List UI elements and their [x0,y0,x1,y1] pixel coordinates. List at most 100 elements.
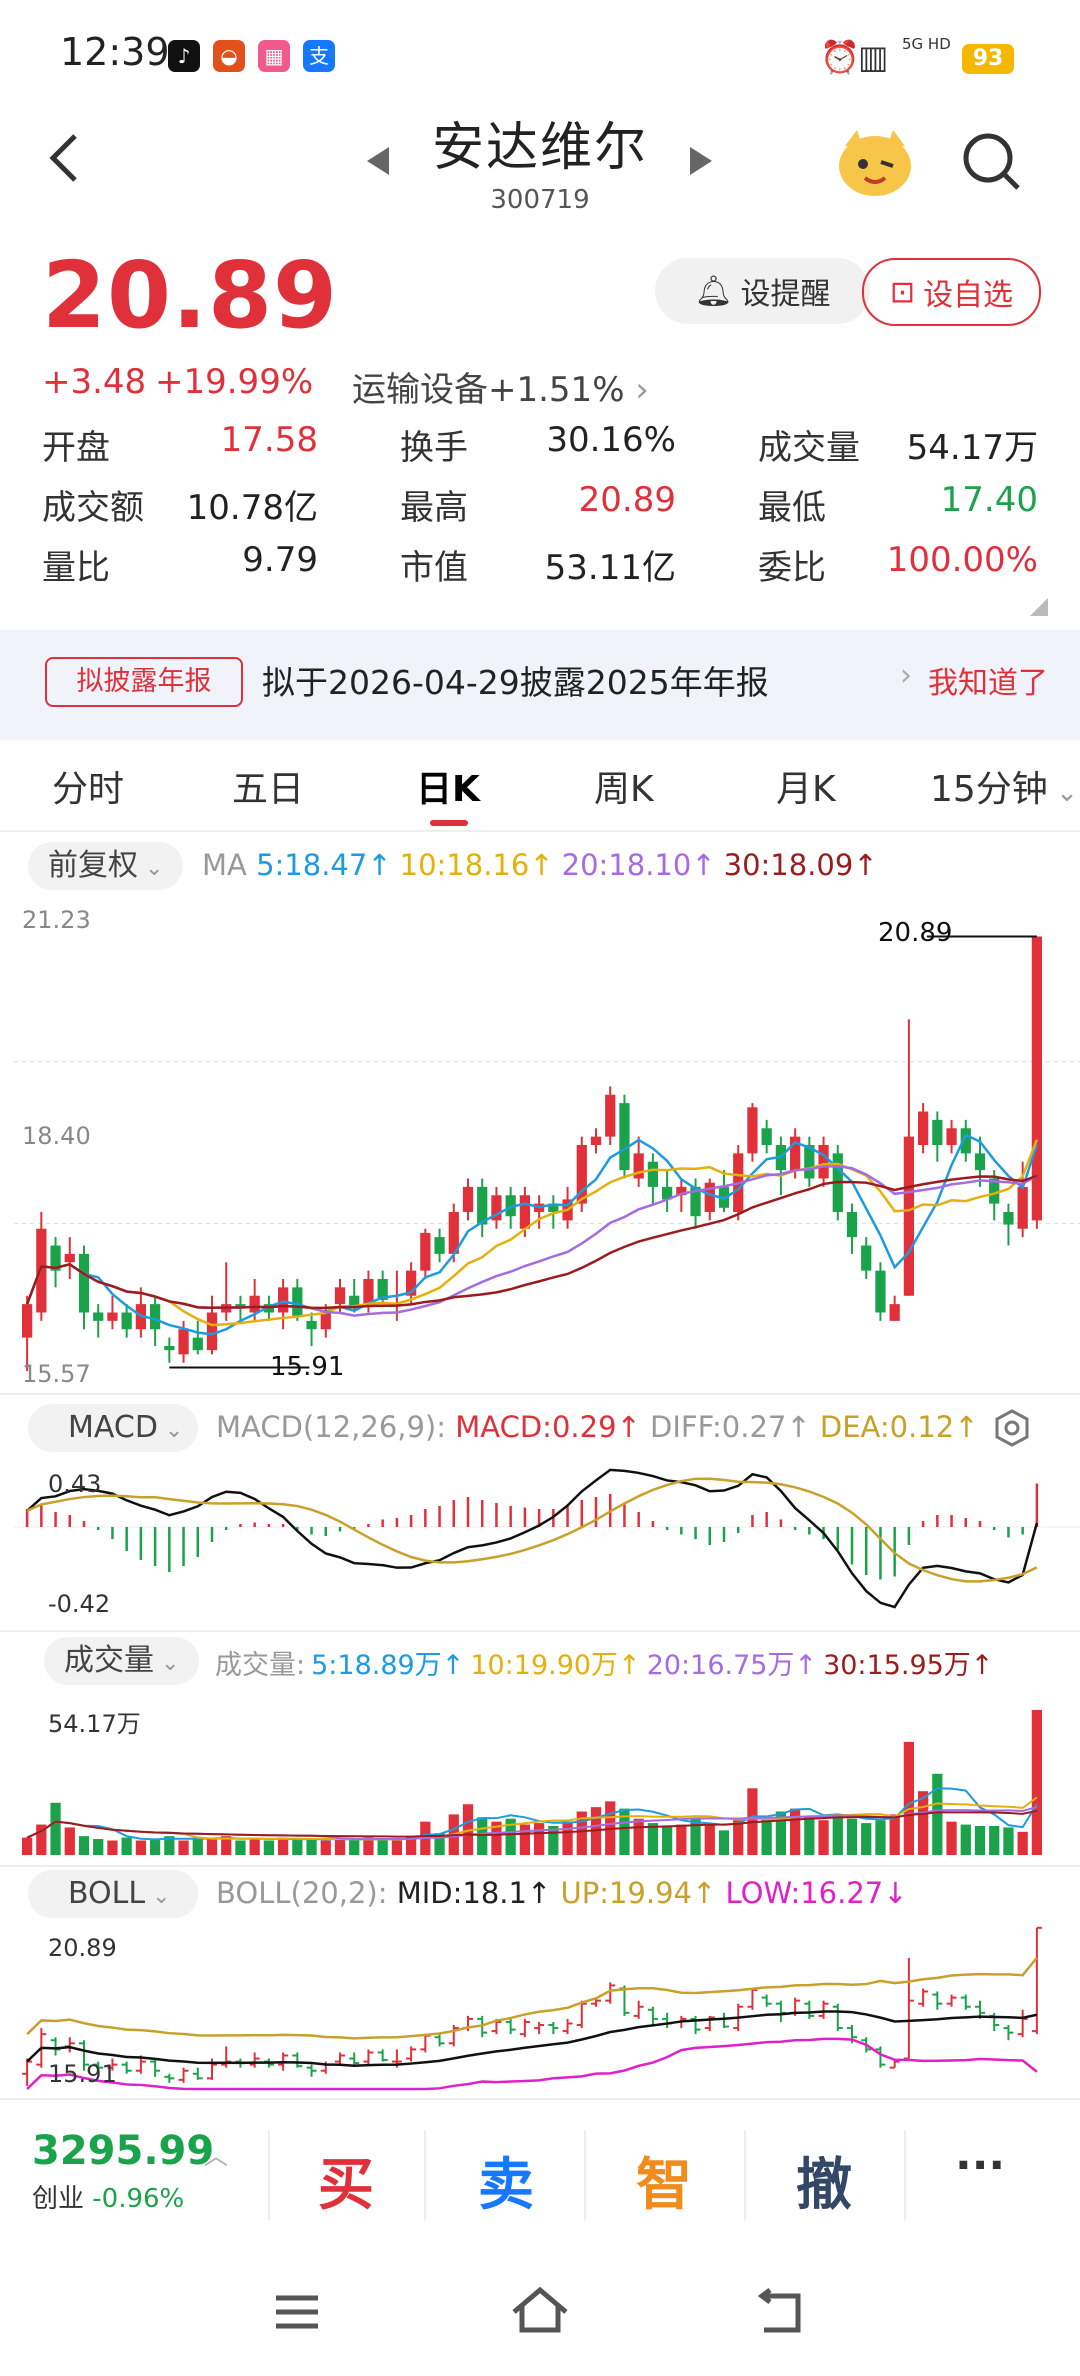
menu-nav-button[interactable] [272,2290,322,2338]
macd-selector[interactable]: MACD ⌄ [28,1404,198,1452]
ma-values: 5:18.47↑ 10:18.16↑ 20:18.10↑ 30:18.09↑ [256,848,886,882]
volume-bar [50,1802,61,1855]
home-nav-button[interactable] [510,2284,570,2340]
divider [268,2130,270,2220]
boll-selector[interactable]: BOLL ⌄ [28,1870,198,1918]
return-icon [757,2288,801,2333]
cancel-order-button[interactable]: 撤 [774,2140,874,2221]
sell-button[interactable]: 卖 [456,2140,556,2221]
index-widget[interactable]: 3295.99 创业 -0.96% [32,2128,214,2215]
macd-settings-button[interactable] [992,1408,1032,1452]
candle-body [78,1253,90,1313]
set-alert-button[interactable]: 🔔︎ 设提醒 [655,258,870,324]
chevron-down-icon: ⌄ [154,1651,180,1676]
tab-daily-k[interactable]: 日K [416,760,480,812]
ma-item: 10:18.16↑ [399,848,554,882]
volume-bar [149,1839,161,1855]
ma-label: MA [202,848,247,882]
tab-weekly-k[interactable]: 周K [594,760,654,812]
smart-button[interactable]: 智 [614,2140,714,2221]
candle-body [605,1094,616,1137]
candle-body [249,1295,260,1313]
notice-chevron-icon: › [900,658,912,693]
dismiss-notice-button[interactable]: 我知道了 [928,658,1048,702]
kline-y-mid: 18.40 [22,1122,91,1150]
volume-bar [917,1791,929,1855]
candle-body [363,1278,374,1305]
buy-button[interactable]: 买 [296,2140,396,2221]
more-button[interactable]: ··· [955,2140,1005,2191]
volume-y-top: 54.17万 [48,1710,141,1738]
candle-body [420,1232,431,1271]
back-nav-button[interactable] [754,2288,806,2340]
stock-code: 300719 [490,185,590,215]
boll-y-bottom: 15.91 [48,2060,117,2088]
macd-y-bottom: -0.42 [48,1590,111,1618]
stat-value: 100.00% [886,540,1038,580]
adjust-selector[interactable]: 前复权 ⌄ [28,842,183,890]
notice-tag: 拟披露年报 [45,657,243,707]
candle-body [818,1145,829,1179]
mascot-button[interactable] [835,128,915,198]
boll-selector-label: BOLL [68,1876,146,1911]
kline-chart[interactable] [14,900,1080,1390]
tab-intraday[interactable]: 分时 [52,760,124,812]
candle-body [519,1195,531,1229]
volume-ma-item: 30:15.95万↑ [823,1650,994,1681]
stat-label: 开盘 [42,428,110,468]
candle-body [206,1312,218,1351]
index-change: -0.96% [92,2184,185,2214]
volume-bar [377,1839,388,1855]
search-button[interactable] [960,130,1024,194]
add-favorite-button[interactable]: ⊡ 设自选 [862,258,1041,326]
tab-monthly-k[interactable]: 月K [776,760,836,812]
price-change-pct: +19.99% [155,362,314,402]
volume-bar [861,1823,872,1855]
ma-item: 30:18.09↑ [723,848,878,882]
next-stock-button[interactable] [688,145,714,181]
volume-selector[interactable]: 成交量 ⌄ [44,1637,199,1685]
menu-icon [276,2295,318,2329]
volume-bar [292,1839,303,1855]
volume-bar [704,1824,715,1855]
candle-body [434,1237,445,1254]
divider [0,1393,1080,1395]
mascot-icon [839,130,911,196]
candle-body [149,1304,161,1330]
stat-value: 20.89 [578,480,676,520]
volume-bar [832,1814,843,1855]
stat-label: 委比 [758,548,826,588]
candle-body [192,1337,203,1351]
candle-body [164,1345,175,1351]
volume-bar [533,1823,545,1855]
candle-body [761,1128,772,1145]
ma-legend: MA 5:18.47↑ 10:18.16↑ 20:18.10↑ 30:18.09↑ [202,848,886,882]
status-bar: 12:39 ♪ ◒ ▦ 支 ⏰ ▥ 5G HD 93 [0,0,1080,110]
active-tab-indicator [430,820,468,826]
tab-five-day[interactable]: 五日 [232,760,304,812]
volume-chart[interactable] [14,1690,1080,1860]
notice-text: 拟于2026-04-29披露2025年年报 [262,663,769,702]
sector-pct: +1.51% [488,370,625,410]
stat-label: 成交额 [42,488,144,528]
divider [0,1865,1080,1867]
volume-bar [960,1824,971,1855]
clock: 12:39 [60,30,170,74]
volume-bar [718,1830,730,1855]
sector-link[interactable]: 运输设备+1.51% › [352,362,649,411]
volume-bar [519,1824,531,1855]
divider [424,2130,426,2220]
tab-15min[interactable]: 15分钟 ⌄ [930,760,1078,812]
volume-bar [306,1839,317,1855]
stat-value: 9.79 [242,540,318,580]
alarm-icon: ⏰ [820,38,860,76]
chevron-down-icon: ⌄ [1047,778,1078,808]
macd-chart[interactable] [14,1455,1080,1625]
boll-legend: BOLL(20,2): MID:18.1↑ UP:19.94↑ LOW:16.2… [216,1876,908,1910]
adjust-label: 前复权 [48,848,138,883]
boll-chart[interactable] [14,1920,1080,2095]
volume-bar [846,1818,858,1855]
volume-bar [135,1840,147,1855]
home-icon [512,2286,568,2333]
expand-corner-icon[interactable] [1030,598,1048,620]
